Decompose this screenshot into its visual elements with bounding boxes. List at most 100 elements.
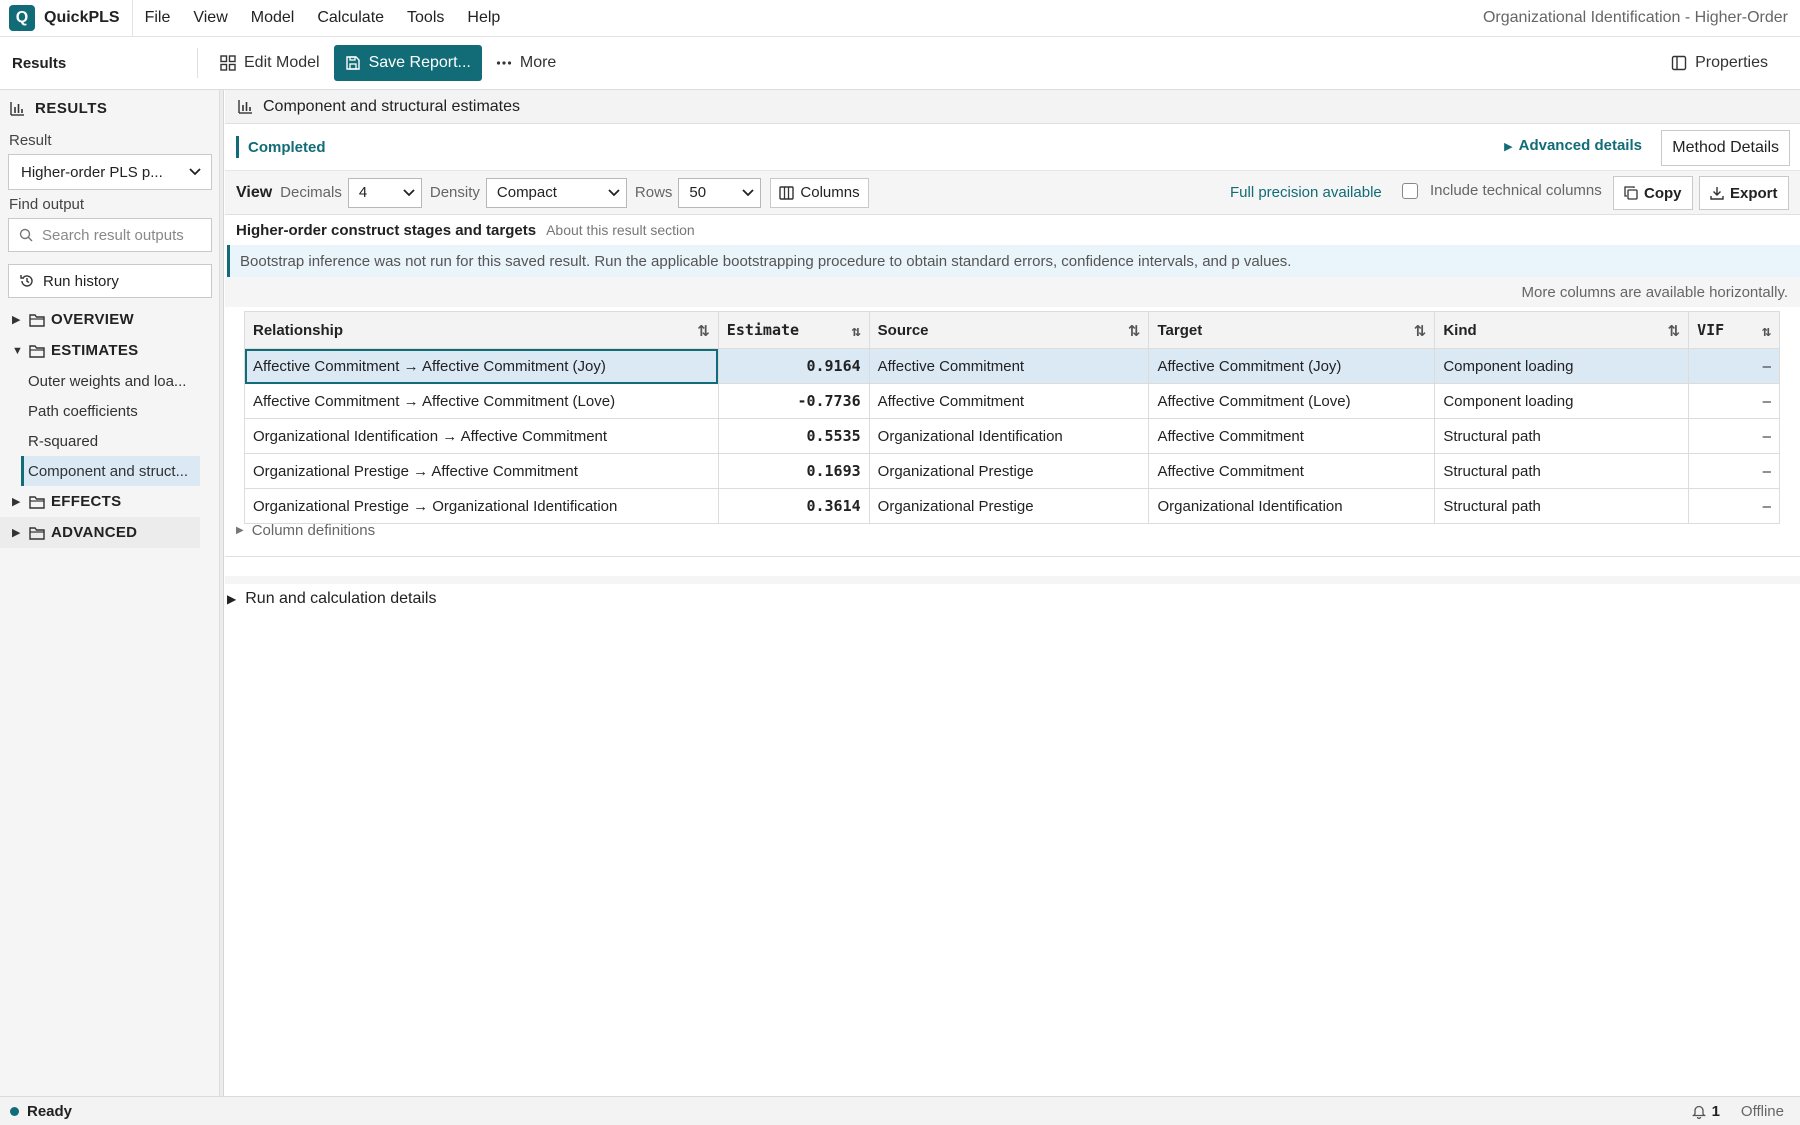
export-button[interactable]: Export <box>1699 176 1789 210</box>
header-source[interactable]: Source ⇅ <box>868 311 1150 349</box>
tree-group-effects-label: EFFECTS <box>51 493 122 510</box>
cell-vif[interactable]: – <box>1688 348 1780 384</box>
header-estimate[interactable]: Estimate ⇅ <box>717 311 870 349</box>
density-label: Density <box>429 184 480 201</box>
connection-status: Offline <box>1740 1103 1784 1120</box>
column-definitions-toggle[interactable]: ▶ Column definitions <box>236 522 375 539</box>
cell-kind[interactable]: Structural path <box>1434 453 1690 489</box>
cell-estimate[interactable]: 0.3614 <box>718 488 870 524</box>
menu-model[interactable]: Model <box>251 9 295 27</box>
cell-kind[interactable]: Structural path <box>1434 488 1690 524</box>
cell-target[interactable]: Affective Commitment <box>1148 453 1436 489</box>
cell-kind[interactable]: Structural path <box>1434 418 1690 454</box>
columns-button[interactable]: Columns <box>770 177 869 208</box>
cell-relationship[interactable]: Organizational Prestige → Organizational… <box>244 488 719 524</box>
notification-count: 1 <box>1711 1103 1720 1120</box>
table-row[interactable]: Affective Commitment → Affective Commitm… <box>244 383 1780 419</box>
cell-source[interactable]: Affective Commitment <box>869 348 1150 384</box>
sort-icon[interactable]: ⇅ <box>697 322 710 340</box>
header-vif[interactable]: VIF ⇅ <box>1688 311 1780 349</box>
results-table: Relationship ⇅ Estimate ⇅ Source ⇅ Target ⇅ … <box>244 311 1780 524</box>
main-panel: Component and structural estimates Compl… <box>225 90 1800 1096</box>
tree-item-component-structural[interactable]: Component and struct... <box>21 456 200 486</box>
cell-target[interactable]: Affective Commitment (Joy) <box>1148 348 1436 384</box>
cell-vif[interactable]: – <box>1688 418 1780 454</box>
search-input[interactable]: Search result outputs <box>8 218 212 252</box>
decimals-select[interactable]: 4 <box>347 177 422 208</box>
cell-vif[interactable]: – <box>1688 383 1780 419</box>
cell-kind[interactable]: Component loading <box>1434 383 1690 419</box>
sort-icon[interactable]: ⇅ <box>1762 322 1771 340</box>
full-precision-link[interactable]: Full precision available <box>1230 184 1382 201</box>
header-target[interactable]: Target ⇅ <box>1148 311 1436 349</box>
tree-item-outer-weights[interactable]: Outer weights and loa... <box>0 366 200 396</box>
cell-target[interactable]: Affective Commitment <box>1148 418 1436 454</box>
tree-group-estimates[interactable]: ▼ ESTIMATES <box>0 335 219 366</box>
notifications-button[interactable]: 1 <box>1691 1103 1720 1120</box>
tree-item-r-squared[interactable]: R-squared <box>0 426 200 456</box>
find-output-label: Find output <box>9 196 85 213</box>
cell-source[interactable]: Organizational Prestige <box>869 453 1150 489</box>
edit-model-button[interactable]: Edit Model <box>210 45 330 81</box>
tree-group-effects[interactable]: ▶ EFFECTS <box>0 486 219 517</box>
chevron-down-icon <box>742 188 755 196</box>
cell-estimate[interactable]: -0.7736 <box>718 383 870 419</box>
run-details-toggle[interactable]: ▶ Run and calculation details <box>227 590 436 608</box>
tree-group-overview[interactable]: ▶ OVERVIEW <box>0 304 219 335</box>
cell-vif[interactable]: – <box>1688 453 1780 489</box>
include-technical-toggle[interactable]: Include technical columns <box>1402 182 1602 199</box>
header-kind[interactable]: Kind ⇅ <box>1434 311 1690 349</box>
view-label: View <box>236 183 273 201</box>
cell-relationship[interactable]: Organizational Identification → Affectiv… <box>244 418 719 454</box>
more-button[interactable]: More <box>486 45 566 81</box>
sort-icon[interactable]: ⇅ <box>1128 322 1141 340</box>
sort-icon[interactable]: ⇅ <box>852 322 861 340</box>
menu-tools[interactable]: Tools <box>407 9 444 27</box>
tree-group-advanced[interactable]: ▶ ADVANCED <box>0 517 200 548</box>
result-select[interactable]: Higher-order PLS p... <box>8 154 212 190</box>
cell-estimate[interactable]: 0.1693 <box>718 453 870 489</box>
table-row[interactable]: Organizational Prestige → Affective Comm… <box>244 453 1780 489</box>
decimals-label: Decimals <box>280 184 342 201</box>
cell-relationship[interactable]: Affective Commitment → Affective Commitm… <box>244 383 719 419</box>
menu-help[interactable]: Help <box>467 9 500 27</box>
properties-button[interactable]: Properties <box>1661 45 1778 81</box>
cell-relationship[interactable]: Affective Commitment → Affective Commitm… <box>244 348 719 384</box>
tree-item-path-coefficients[interactable]: Path coefficients <box>0 396 200 426</box>
sidebar-resize-handle[interactable] <box>220 90 224 1096</box>
run-history-button[interactable]: Run history <box>8 264 212 298</box>
about-section-link[interactable]: About this result section <box>546 222 695 238</box>
decimals-value: 4 <box>358 184 368 201</box>
sort-icon[interactable]: ⇅ <box>1668 322 1681 340</box>
table-row[interactable]: Affective Commitment → Affective Commitm… <box>244 348 1780 384</box>
cell-target[interactable]: Organizational Identification <box>1148 488 1436 524</box>
history-icon <box>20 275 33 287</box>
copy-button[interactable]: Copy <box>1613 176 1693 210</box>
menu-calculate[interactable]: Calculate <box>317 9 384 27</box>
menu-file[interactable]: File <box>145 9 171 27</box>
cell-estimate[interactable]: 0.9164 <box>718 348 870 384</box>
save-report-button[interactable]: Save Report... <box>333 45 482 81</box>
method-details-button[interactable]: Method Details <box>1661 130 1790 166</box>
rows-select[interactable]: 50 <box>678 177 762 208</box>
cell-source[interactable]: Affective Commitment <box>869 383 1150 419</box>
subsection-header: Higher-order construct stages and target… <box>225 215 1800 245</box>
rows-label: Rows <box>634 184 673 201</box>
density-select[interactable]: Compact <box>485 177 627 208</box>
cell-source[interactable]: Organizational Identification <box>869 418 1150 454</box>
sort-icon[interactable]: ⇅ <box>1414 322 1427 340</box>
table-row[interactable]: Organizational Identification → Affectiv… <box>244 418 1780 454</box>
technical-columns-checkbox[interactable] <box>1402 182 1418 199</box>
menu-view[interactable]: View <box>193 9 227 27</box>
advanced-details-toggle[interactable]: ▶ Advanced details <box>1504 137 1642 154</box>
cell-target[interactable]: Affective Commitment (Love) <box>1148 383 1436 419</box>
cell-source[interactable]: Organizational Prestige <box>869 488 1150 524</box>
chevron-down-icon <box>403 188 415 196</box>
header-relationship[interactable]: Relationship ⇅ <box>244 311 719 349</box>
cell-vif[interactable]: – <box>1688 488 1780 524</box>
edit-model-label: Edit Model <box>244 54 320 71</box>
cell-kind[interactable]: Component loading <box>1434 348 1690 384</box>
cell-estimate[interactable]: 0.5535 <box>718 418 870 454</box>
cell-relationship[interactable]: Organizational Prestige → Affective Comm… <box>244 453 719 489</box>
table-row[interactable]: Organizational Prestige → Organizational… <box>244 488 1780 524</box>
